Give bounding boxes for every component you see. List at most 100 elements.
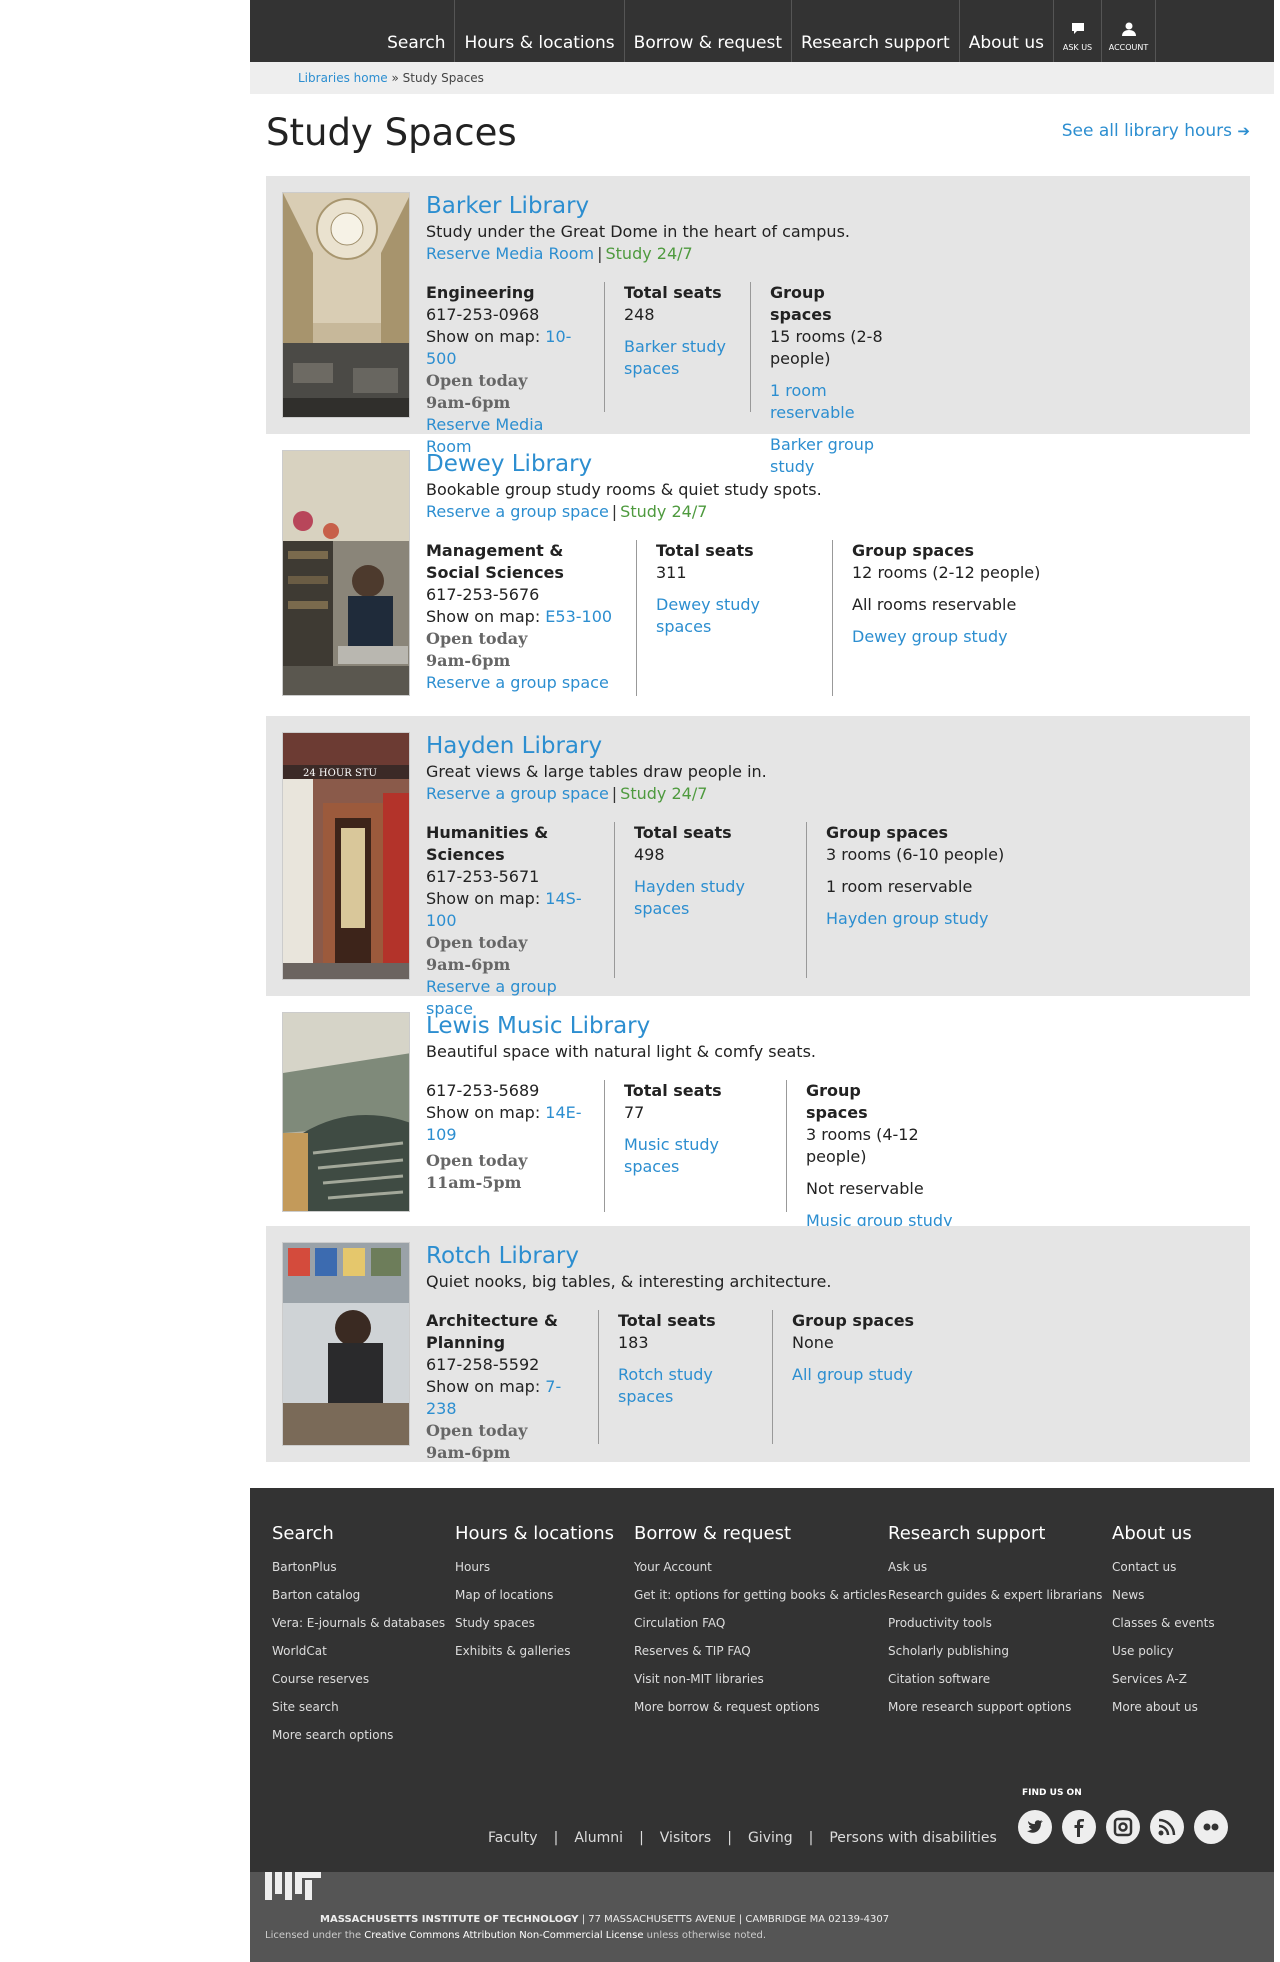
faculty-link[interactable]: Faculty bbox=[488, 1830, 538, 1846]
nav-research-support[interactable]: Research support bbox=[792, 0, 960, 62]
nav-borrow-request[interactable]: Borrow & request bbox=[625, 0, 793, 62]
footer-link[interactable]: Map of locations bbox=[455, 1588, 614, 1602]
footer-link[interactable]: Use policy bbox=[1112, 1644, 1215, 1658]
footer-link[interactable]: Ask us bbox=[888, 1560, 1102, 1574]
footer-link[interactable]: More borrow & request options bbox=[634, 1700, 887, 1714]
nav-ask-us[interactable]: ASK US bbox=[1054, 0, 1102, 62]
library-name[interactable]: Dewey Library bbox=[426, 451, 592, 477]
footer-link[interactable]: Barton catalog bbox=[272, 1588, 445, 1602]
footer-link[interactable]: Services A-Z bbox=[1112, 1672, 1215, 1686]
phone-number: 617-253-5689 bbox=[426, 1081, 540, 1100]
facebook-icon[interactable] bbox=[1062, 1810, 1096, 1844]
study-24-7-link[interactable]: Study 24/7 bbox=[620, 502, 707, 521]
rss-icon[interactable] bbox=[1150, 1810, 1184, 1844]
footer-link[interactable]: WorldCat bbox=[272, 1644, 445, 1658]
library-name[interactable]: Rotch Library bbox=[426, 1243, 579, 1269]
footer-link[interactable]: Research guides & expert librarians bbox=[888, 1588, 1102, 1602]
footer-link[interactable]: More about us bbox=[1112, 1700, 1215, 1714]
library-description: Quiet nooks, big tables, & interesting a… bbox=[426, 1272, 832, 1291]
footer-link[interactable]: Classes & events bbox=[1112, 1616, 1215, 1630]
footer-link[interactable]: Circulation FAQ bbox=[634, 1616, 887, 1630]
footer-link[interactable]: Exhibits & galleries bbox=[455, 1644, 614, 1658]
persons-with-disabilities-link[interactable]: Persons with disabilities bbox=[829, 1830, 996, 1846]
footer-link[interactable]: Contact us bbox=[1112, 1560, 1215, 1574]
twitter-icon[interactable] bbox=[1018, 1810, 1052, 1844]
study-24-7-link[interactable]: Study 24/7 bbox=[606, 244, 693, 263]
see-all-hours-link[interactable]: See all library hours ➔ bbox=[1062, 121, 1250, 141]
footer-link[interactable]: Course reserves bbox=[272, 1672, 445, 1686]
library-description: Great views & large tables draw people i… bbox=[426, 762, 767, 781]
footer-link[interactable]: Get it: options for getting books & arti… bbox=[634, 1588, 887, 1602]
flickr-icon[interactable] bbox=[1194, 1810, 1228, 1844]
group-study-link[interactable]: Hayden group study bbox=[826, 909, 988, 928]
study-spaces-link[interactable]: Music study spaces bbox=[624, 1135, 719, 1176]
open-today-label: Open today bbox=[426, 371, 528, 390]
footer-link[interactable]: Visit non-MIT libraries bbox=[634, 1672, 887, 1686]
footer-link[interactable]: More search options bbox=[272, 1728, 445, 1742]
phone-number: 617-253-5676 bbox=[426, 585, 540, 604]
footer-link[interactable]: Vera: E-journals & databases bbox=[272, 1616, 445, 1630]
library-name[interactable]: Lewis Music Library bbox=[426, 1013, 650, 1039]
nav-search[interactable]: Search bbox=[378, 0, 456, 62]
lewis-photo bbox=[282, 1012, 410, 1212]
footer-link[interactable]: News bbox=[1112, 1588, 1215, 1602]
group-reservable-link[interactable]: 1 room reservable bbox=[770, 381, 855, 422]
study-spaces-link[interactable]: Barker study spaces bbox=[624, 337, 726, 378]
footer-link[interactable]: Your Account bbox=[634, 1560, 887, 1574]
group-study-link[interactable]: All group study bbox=[792, 1365, 913, 1384]
hours-today: 11am-5pm bbox=[426, 1173, 522, 1192]
reserve-group-space-link[interactable]: Reserve a group space bbox=[426, 502, 609, 521]
study-spaces-link[interactable]: Rotch study spaces bbox=[618, 1365, 713, 1406]
show-on-map-label: Show on map: bbox=[426, 1103, 546, 1122]
reserve-group-space-link[interactable]: Reserve a group space bbox=[426, 784, 609, 803]
title-bar: Study Spaces See all library hours ➔ bbox=[250, 94, 1274, 174]
link-separator: | bbox=[727, 1830, 732, 1846]
seats-column: Total seats 77 Music study spaces bbox=[624, 1080, 774, 1178]
breadcrumb-home-link[interactable]: Libraries home bbox=[298, 71, 388, 85]
giving-link[interactable]: Giving bbox=[748, 1830, 793, 1846]
library-name[interactable]: Barker Library bbox=[426, 193, 589, 219]
footer-link[interactable]: Reserves & TIP FAQ bbox=[634, 1644, 887, 1658]
group-spaces-label: Group spaces bbox=[792, 1311, 915, 1330]
footer-link[interactable]: BartonPlus bbox=[272, 1560, 445, 1574]
footer-link[interactable]: Scholarly publishing bbox=[888, 1644, 1102, 1658]
link-separator: | bbox=[639, 1830, 644, 1846]
reserve-media-room-link[interactable]: Reserve Media Room bbox=[426, 244, 594, 263]
total-seats-label: Total seats bbox=[624, 1081, 722, 1100]
study-spaces-link[interactable]: Hayden study spaces bbox=[634, 877, 745, 918]
instagram-icon[interactable] bbox=[1106, 1810, 1140, 1844]
footer-link[interactable]: Site search bbox=[272, 1700, 445, 1714]
phone-number: 617-253-5671 bbox=[426, 867, 540, 886]
nav-about-us[interactable]: About us bbox=[960, 0, 1054, 62]
visitors-link[interactable]: Visitors bbox=[660, 1830, 711, 1846]
phone-number: 617-253-0968 bbox=[426, 305, 540, 324]
study-spaces-link[interactable]: Dewey study spaces bbox=[656, 595, 760, 636]
alumni-link[interactable]: Alumni bbox=[574, 1830, 623, 1846]
library-name[interactable]: Hayden Library bbox=[426, 733, 602, 759]
hours-today: 9am-6pm bbox=[426, 651, 511, 670]
footer-link[interactable]: Citation software bbox=[888, 1672, 1102, 1686]
study-24-7-link[interactable]: Study 24/7 bbox=[620, 784, 707, 803]
footer-link[interactable]: Hours bbox=[455, 1560, 614, 1574]
seats-column: Total seats 498 Hayden study spaces bbox=[634, 822, 749, 920]
library-contact-column: Humanities & Sciences 617-253-5671 Show … bbox=[426, 822, 586, 1020]
nav-hours-locations[interactable]: Hours & locations bbox=[455, 0, 625, 62]
department-label: Engineering bbox=[426, 283, 535, 302]
group-study-link[interactable]: Dewey group study bbox=[852, 627, 1008, 646]
footer-column-hours: Hours & locations Hours Map of locations… bbox=[455, 1523, 614, 1672]
show-on-map-label: Show on map: bbox=[426, 889, 546, 908]
link-separator: | bbox=[611, 502, 618, 521]
nav-account[interactable]: ACCOUNT bbox=[1102, 0, 1156, 62]
map-link[interactable]: E53-100 bbox=[545, 607, 612, 626]
footer-link[interactable]: Productivity tools bbox=[888, 1616, 1102, 1630]
reserve-link[interactable]: Reserve a group space bbox=[426, 673, 609, 692]
show-on-map-label: Show on map: bbox=[426, 1377, 546, 1396]
license-line: Licensed under the Creative Commons Attr… bbox=[265, 1930, 766, 1941]
arrow-right-icon: ➔ bbox=[1237, 122, 1250, 140]
total-seats-label: Total seats bbox=[634, 823, 732, 842]
link-separator: | bbox=[553, 1830, 559, 1846]
license-link[interactable]: Creative Commons Attribution Non-Commerc… bbox=[364, 1930, 643, 1941]
footer-link[interactable]: Study spaces bbox=[455, 1616, 614, 1630]
footer-link[interactable]: More research support options bbox=[888, 1700, 1102, 1714]
group-reservable-text: All rooms reservable bbox=[852, 595, 1017, 614]
